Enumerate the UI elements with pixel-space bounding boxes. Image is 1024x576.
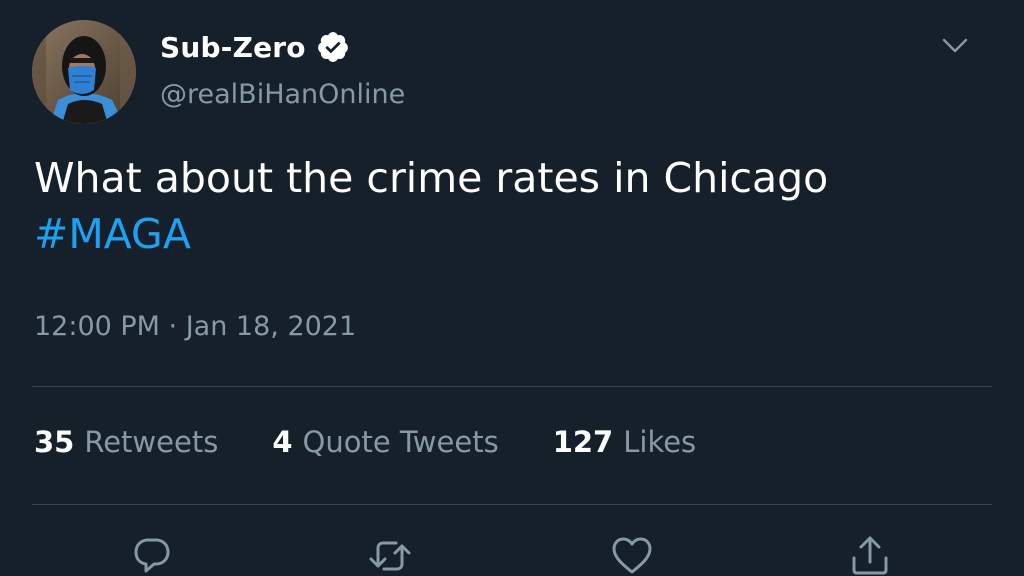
- retweet-icon: [369, 541, 411, 571]
- reply-button[interactable]: [128, 532, 176, 576]
- tweet-detail: Sub-Zero @realBiHanOnline What about the…: [0, 0, 1024, 576]
- divider: [32, 386, 992, 387]
- avatar-image: [32, 20, 136, 124]
- chevron-down-icon[interactable]: [940, 34, 970, 58]
- display-name[interactable]: Sub-Zero: [160, 31, 306, 64]
- like-icon: [612, 537, 652, 574]
- retweets-stat[interactable]: 35 Retweets: [34, 425, 218, 459]
- quote-tweets-stat[interactable]: 4 Quote Tweets: [272, 425, 498, 459]
- hashtag-link[interactable]: #MAGA: [34, 206, 984, 262]
- retweets-count: 35: [34, 425, 75, 459]
- likes-label: Likes: [623, 425, 697, 459]
- retweets-label: Retweets: [84, 425, 219, 459]
- reply-icon: [134, 538, 170, 573]
- verified-badge-icon: [316, 30, 350, 64]
- avatar[interactable]: [32, 20, 136, 124]
- tweet-text: What about the crime rates in Chicago #M…: [34, 150, 984, 262]
- quote-tweets-label: Quote Tweets: [302, 425, 499, 459]
- likes-stat[interactable]: 127 Likes: [553, 425, 696, 459]
- like-button[interactable]: [608, 532, 656, 576]
- user-name-row: Sub-Zero: [160, 30, 350, 64]
- tweet-actions: [0, 532, 1024, 576]
- share-button[interactable]: [846, 532, 894, 576]
- share-icon: [852, 536, 888, 575]
- tweet-body: What about the crime rates in Chicago: [34, 154, 829, 202]
- retweet-button[interactable]: [366, 532, 414, 576]
- tweet-stats: 35 Retweets 4 Quote Tweets 127 Likes: [34, 425, 750, 459]
- tweet-timestamp[interactable]: 12:00 PM · Jan 18, 2021: [34, 311, 356, 342]
- user-handle[interactable]: @realBiHanOnline: [160, 79, 405, 110]
- likes-count: 127: [552, 425, 614, 459]
- divider: [32, 504, 992, 505]
- quote-tweets-count: 4: [272, 425, 293, 459]
